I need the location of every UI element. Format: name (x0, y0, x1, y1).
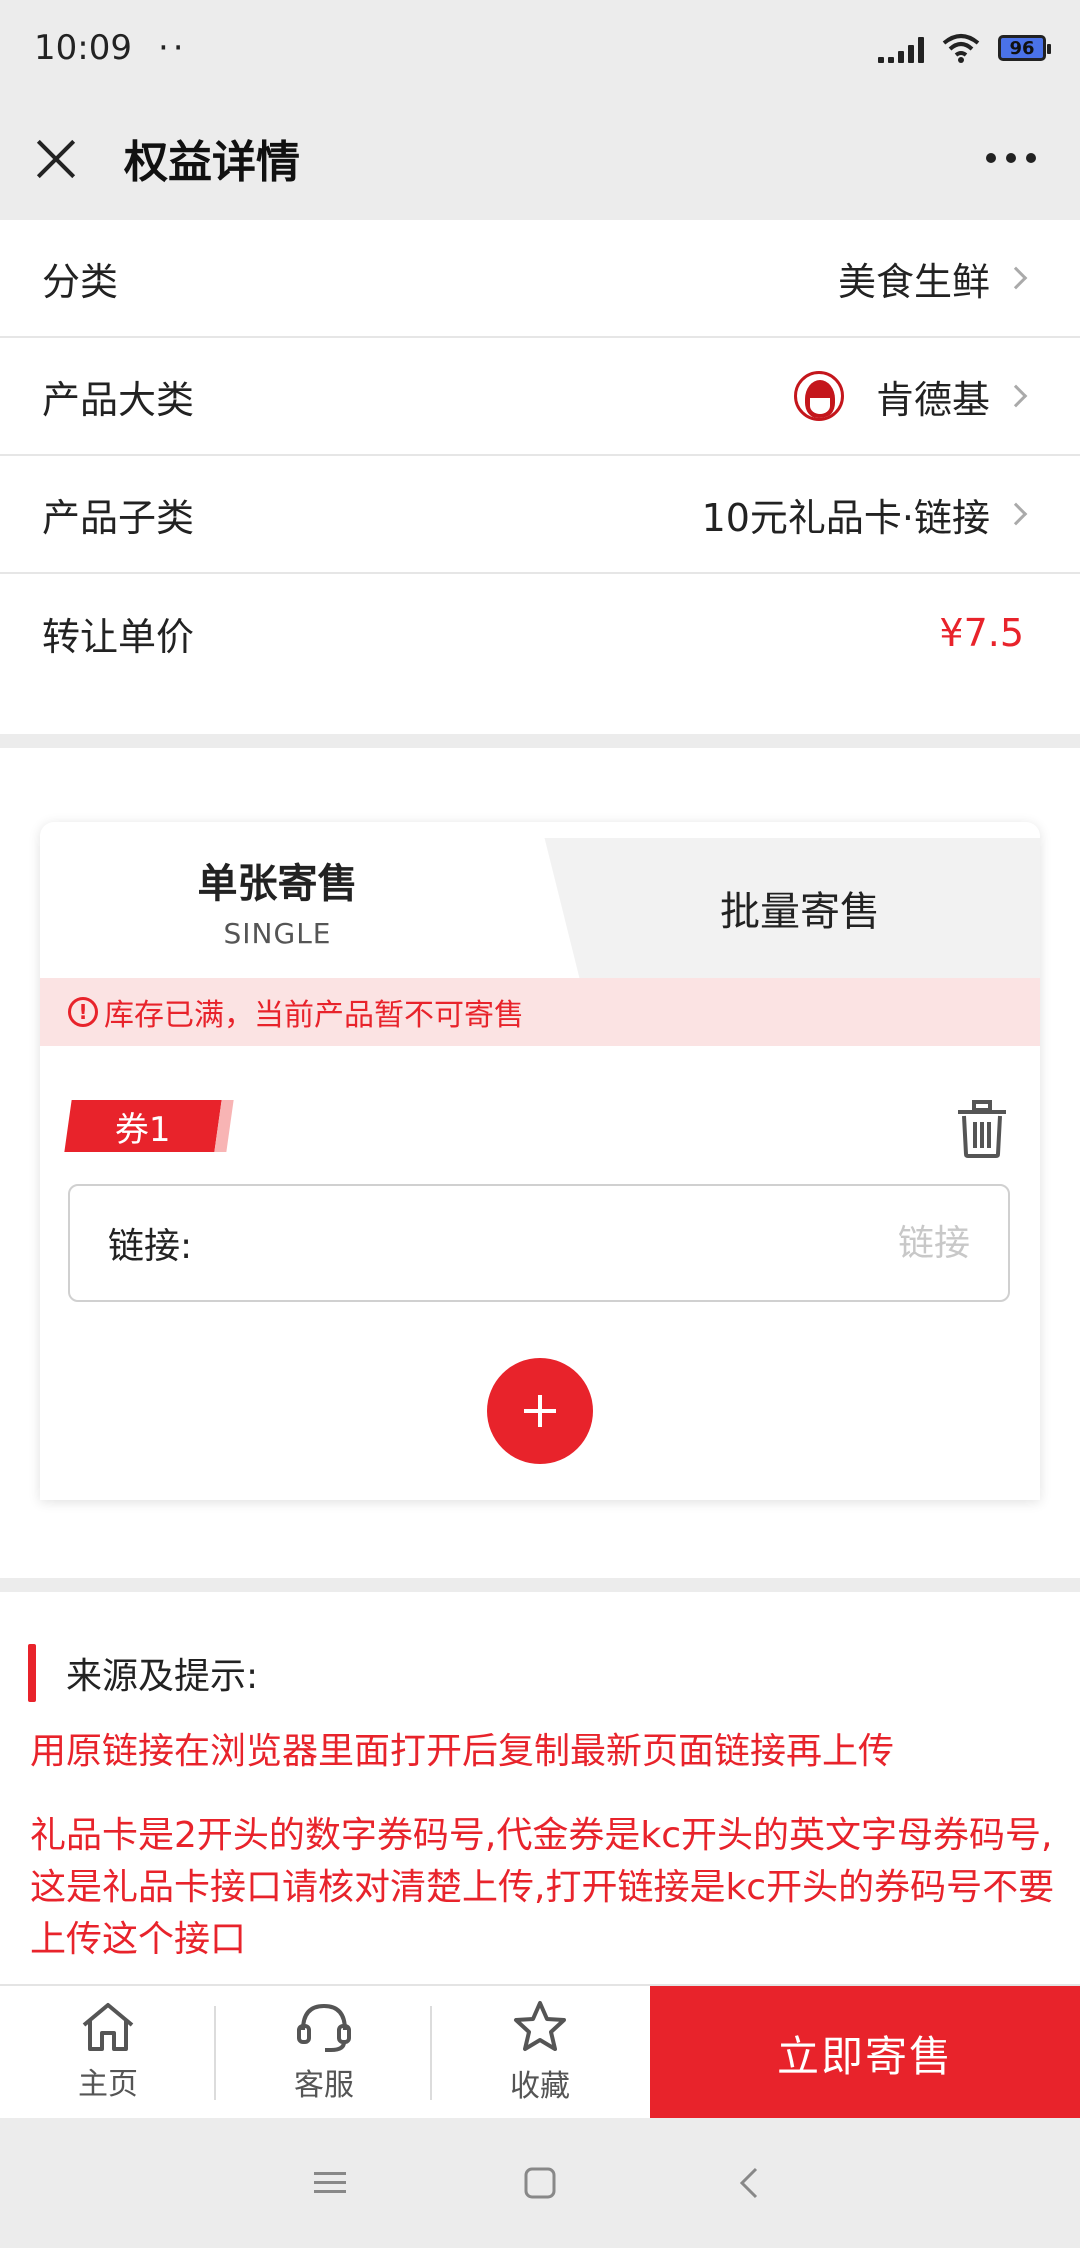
tab-single-subtitle: SINGLE (223, 916, 332, 950)
bottom-action-bar: 主页 客服 收藏 立即寄售 (0, 1984, 1080, 2120)
category-label: 分类 (42, 259, 119, 304)
tips-line-2: 礼品卡是2开头的数字券码号,代金券是kc开头的英文字母券码号,这是礼品卡接口请核… (30, 1815, 1055, 1960)
status-notification-dots: ·· (157, 28, 188, 68)
tab-batch-sale[interactable]: 批量寄售 (560, 838, 1040, 978)
coupon-tag-label: 券1 (115, 1109, 171, 1150)
tab-single-sale[interactable]: 单张寄售 SINGLE (40, 822, 515, 978)
close-icon[interactable] (34, 136, 78, 180)
warning-icon: ! (68, 997, 98, 1027)
sale-card: 单张寄售 SINGLE 批量寄售 ! 库存已满，当前产品暂不可寄售 券1 链接: (40, 822, 1040, 1500)
chevron-right-icon (1004, 384, 1028, 408)
tips-title: 来源及提示: (66, 1656, 259, 1697)
product-sub-row[interactable]: 产品子类 10元礼品卡·链接 (0, 456, 1080, 574)
status-time: 10:09 (34, 28, 132, 68)
back-icon[interactable] (730, 2163, 770, 2203)
home-icon (82, 2003, 134, 2051)
wifi-icon (942, 34, 980, 63)
stock-warning-banner: ! 库存已满，当前产品暂不可寄售 (40, 978, 1040, 1046)
signal-icon (878, 33, 924, 63)
tips-line-1: 用原链接在浏览器里面打开后复制最新页面链接再上传 (30, 1731, 895, 1772)
chevron-right-icon (1004, 502, 1028, 526)
chevron-right-icon (1004, 266, 1028, 290)
favorite-label: 收藏 (510, 2069, 570, 2104)
category-row[interactable]: 分类 美食生鲜 (0, 220, 1080, 338)
battery-icon: 96 (998, 35, 1051, 61)
more-icon[interactable] (976, 143, 1046, 173)
tab-single-title: 单张寄售 (197, 860, 358, 907)
headset-icon (297, 2003, 351, 2052)
tips-header: 来源及提示: (28, 1644, 258, 1702)
tips-section: 来源及提示: 用原链接在浏览器里面打开后复制最新页面链接再上传 礼品卡是2开头的… (0, 1592, 1080, 1984)
customer-service-button[interactable]: 客服 (216, 1986, 432, 2118)
kfc-logo (793, 371, 844, 421)
product-major-value: 肯德基 (875, 377, 990, 422)
add-coupon-button[interactable] (487, 1358, 593, 1464)
product-major-label: 产品大类 (42, 377, 195, 422)
unit-price-label: 转让单价 (42, 614, 195, 659)
status-icons: 96 (878, 33, 1051, 63)
system-navigation-bar (0, 2118, 1080, 2248)
sell-now-button[interactable]: 立即寄售 (650, 1986, 1080, 2120)
product-info-section: 分类 美食生鲜 产品大类 肯德基 产品子类 10元礼品卡·链接 转让单价 ¥7.… (0, 220, 1080, 734)
page-title: 权益详情 (124, 137, 300, 188)
home-label: 主页 (78, 2067, 138, 2102)
link-input[interactable] (570, 1222, 970, 1264)
service-label: 客服 (294, 2068, 354, 2103)
star-icon (514, 2001, 566, 2051)
link-label: 链接: (108, 1226, 193, 1267)
product-sub-label: 产品子类 (42, 495, 195, 540)
link-field: 链接: (68, 1184, 1010, 1302)
unit-price-row: 转让单价 ¥7.5 (0, 574, 1080, 692)
product-major-row[interactable]: 产品大类 肯德基 (0, 338, 1080, 456)
unit-price-value: ¥7.5 (939, 611, 1024, 655)
tips-accent-bar (28, 1644, 36, 1702)
status-bar: 10:09 ·· 96 (0, 0, 1080, 96)
product-sub-value: 10元礼品卡·链接 (701, 495, 990, 540)
title-bar: 权益详情 (0, 96, 1080, 220)
category-value: 美食生鲜 (837, 259, 990, 304)
trash-icon[interactable] (956, 1100, 1008, 1158)
home-button[interactable]: 主页 (0, 1986, 216, 2118)
square-icon[interactable] (520, 2163, 560, 2203)
coupon-tag: 券1 (64, 1100, 234, 1152)
favorite-button[interactable]: 收藏 (432, 1986, 648, 2118)
warning-text: 库存已满，当前产品暂不可寄售 (104, 998, 524, 1033)
sale-section: 单张寄售 SINGLE 批量寄售 ! 库存已满，当前产品暂不可寄售 券1 链接: (0, 748, 1080, 1578)
menu-icon[interactable] (310, 2163, 350, 2203)
